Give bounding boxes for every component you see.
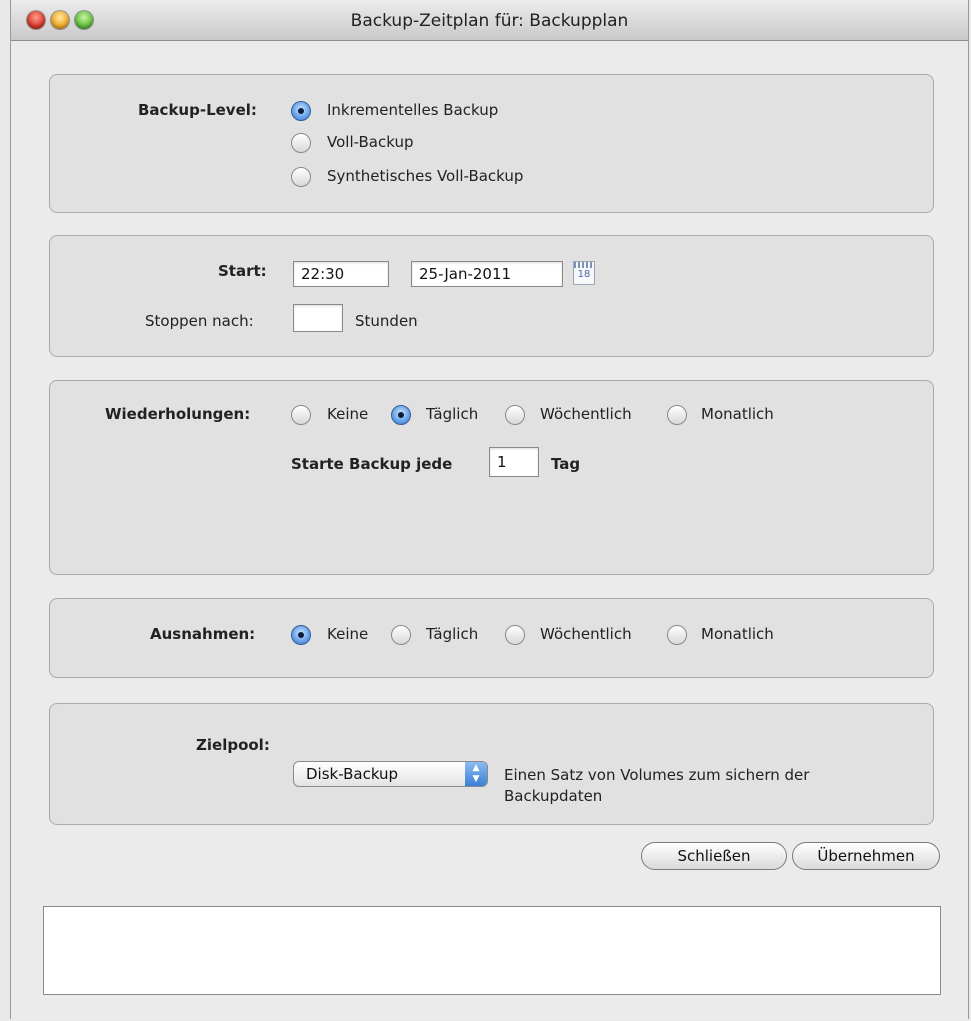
- close-button[interactable]: Schließen: [641, 842, 787, 870]
- target-pool-description: Einen Satz von Volumes zum sichern der: [504, 766, 810, 784]
- option-full-backup-label[interactable]: Voll-Backup: [327, 133, 413, 151]
- exceptions-weekly-label[interactable]: Wöchentlich: [540, 625, 632, 643]
- repeat-none-label[interactable]: Keine: [327, 405, 368, 423]
- radio-repeat-none[interactable]: [291, 405, 311, 425]
- start-label: Start:: [218, 262, 267, 280]
- repeat-every-label: Starte Backup jede: [291, 455, 453, 473]
- backup-level-label: Backup-Level:: [138, 101, 257, 119]
- start-time-input[interactable]: 22:30: [293, 261, 389, 287]
- target-pool-selected-value: Disk-Backup: [306, 765, 399, 783]
- radio-synthetic-full-backup[interactable]: [291, 167, 311, 187]
- repeat-label: Wiederholungen:: [105, 405, 251, 423]
- exceptions-panel: Ausnahmen: Keine Täglich Wöchentlich Mon…: [49, 598, 934, 678]
- backup-level-panel: Backup-Level: Inkrementelles Backup Voll…: [49, 74, 934, 213]
- exceptions-none-label[interactable]: Keine: [327, 625, 368, 643]
- repeat-daily-label[interactable]: Täglich: [426, 405, 478, 423]
- hours-unit-label: Stunden: [355, 312, 418, 330]
- backup-schedule-window: Backup-Zeitplan für: Backupplan Backup-L…: [10, 0, 969, 1019]
- radio-exceptions-daily[interactable]: [391, 625, 411, 645]
- radio-repeat-monthly[interactable]: [667, 405, 687, 425]
- start-date-input[interactable]: 25-Jan-2011: [411, 261, 563, 287]
- repeat-monthly-label[interactable]: Monatlich: [701, 405, 774, 423]
- apply-button[interactable]: Übernehmen: [792, 842, 940, 870]
- radio-full-backup[interactable]: [291, 133, 311, 153]
- target-pool-panel: Zielpool: Disk-Backup ▲ ▼ Einen Satz von …: [49, 703, 934, 825]
- repeat-panel: Wiederholungen: Keine Täglich Wöchentlic…: [49, 380, 934, 575]
- radio-exceptions-weekly[interactable]: [505, 625, 525, 645]
- repeat-every-input[interactable]: 1: [489, 447, 539, 477]
- radio-repeat-weekly[interactable]: [505, 405, 525, 425]
- target-pool-label: Zielpool:: [196, 736, 270, 754]
- radio-repeat-daily[interactable]: [391, 405, 411, 425]
- target-pool-select[interactable]: Disk-Backup ▲ ▼: [293, 761, 488, 787]
- stop-after-hours-input[interactable]: [293, 304, 343, 332]
- select-arrows-icon: ▲ ▼: [465, 762, 487, 786]
- radio-incremental-backup[interactable]: [291, 101, 311, 121]
- window-title: Backup-Zeitplan für: Backupplan: [350, 11, 629, 31]
- calendar-icon[interactable]: 18: [573, 261, 595, 285]
- exceptions-label: Ausnahmen:: [150, 625, 256, 643]
- repeat-weekly-label[interactable]: Wöchentlich: [540, 405, 632, 423]
- stop-after-label: Stoppen nach:: [145, 312, 254, 330]
- exceptions-monthly-label[interactable]: Monatlich: [701, 625, 774, 643]
- radio-exceptions-none[interactable]: [291, 625, 311, 645]
- option-incremental-backup-label[interactable]: Inkrementelles Backup: [327, 101, 498, 119]
- start-panel: Start: 22:30 25-Jan-2011 18 Stoppen nach…: [49, 235, 934, 357]
- title-bar[interactable]: Backup-Zeitplan für: Backupplan: [11, 0, 968, 41]
- exceptions-daily-label[interactable]: Täglich: [426, 625, 478, 643]
- message-output-area[interactable]: [43, 906, 941, 995]
- radio-exceptions-monthly[interactable]: [667, 625, 687, 645]
- option-synthetic-full-backup-label[interactable]: Synthetisches Voll-Backup: [327, 167, 523, 185]
- repeat-unit-label: Tag: [551, 455, 581, 473]
- target-pool-description-line2: Backupdaten: [504, 787, 603, 805]
